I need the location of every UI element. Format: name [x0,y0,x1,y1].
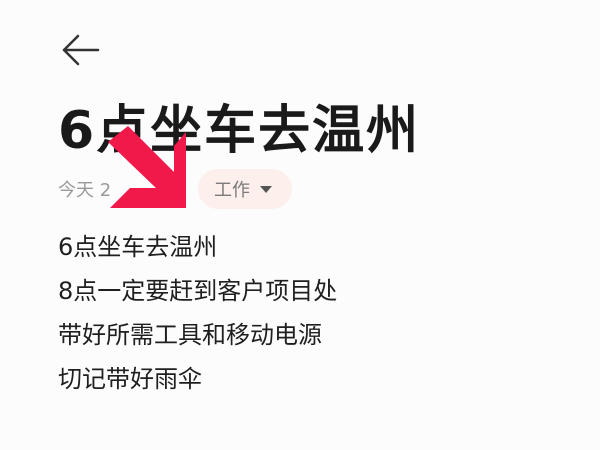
note-meta: 今天 2 工作 [58,168,292,210]
note-title[interactable]: 6点坐车去温州 [58,96,420,166]
note-detail-page: 6点坐车去温州 今天 2 工作 6点坐车去温州 8点一定要赶到客户项目处 带好所… [0,0,600,450]
back-button[interactable] [58,30,104,70]
category-selector[interactable]: 工作 [198,169,292,209]
note-line[interactable]: 8点一定要赶到客户项目处 [58,269,578,313]
category-label: 工作 [214,180,250,201]
note-body[interactable]: 6点坐车去温州 8点一定要赶到客户项目处 带好所需工具和移动电源 切记带好雨伞 [58,225,578,401]
chevron-down-icon [260,185,272,193]
note-line[interactable]: 6点坐车去温州 [58,225,578,269]
note-line[interactable]: 带好所需工具和移动电源 [58,313,578,357]
note-line[interactable]: 切记带好雨伞 [58,357,578,401]
note-date: 今天 2 [58,180,112,201]
back-arrow-icon [62,34,100,66]
